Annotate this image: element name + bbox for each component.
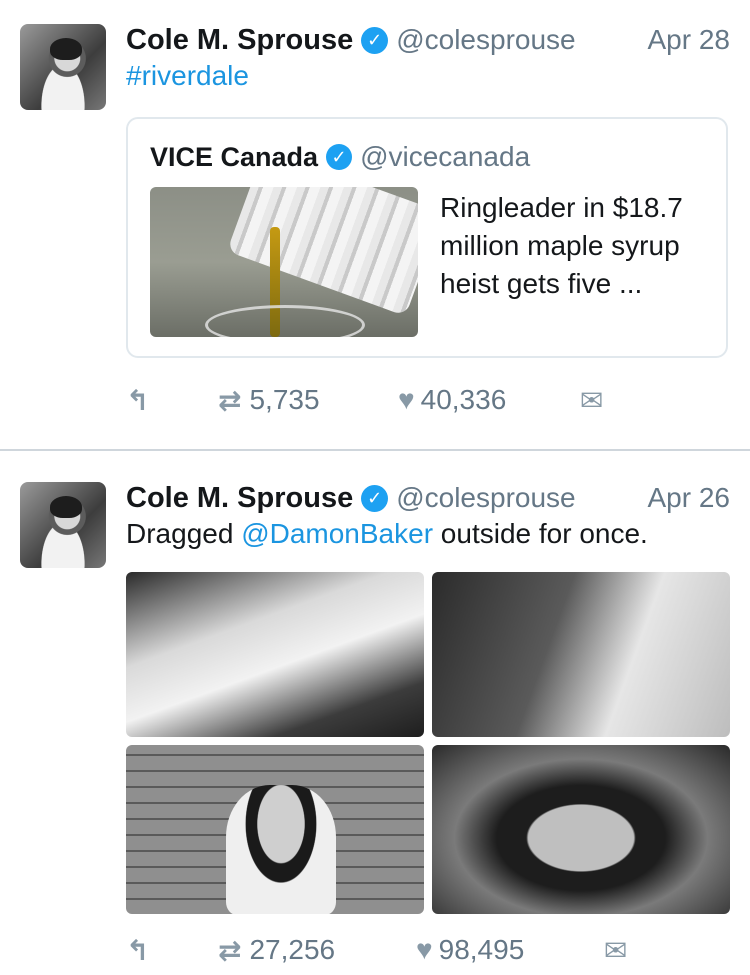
heart-icon: ♥ <box>416 934 433 965</box>
direct-message-button[interactable]: ✉ <box>580 384 603 417</box>
photo-4[interactable] <box>432 745 730 914</box>
tweet-date[interactable]: Apr 28 <box>648 24 731 56</box>
quoted-article-thumbnail <box>150 187 418 337</box>
author-avatar[interactable] <box>20 482 106 568</box>
retweet-button[interactable]: ⇄ 27,256 <box>218 934 416 967</box>
author-name[interactable]: Cole M. Sprouse <box>126 24 353 57</box>
photo-2[interactable] <box>432 572 730 737</box>
like-button[interactable]: ♥ 40,336 <box>398 384 580 416</box>
photo-grid <box>126 572 730 914</box>
tweet-actions: ↰ ⇄ 5,735 ♥ 40,336 ✉ <box>126 380 603 420</box>
tweet-text-before: Dragged <box>126 518 242 549</box>
verified-badge-icon: ✓ <box>361 484 389 512</box>
tweet-1[interactable]: Cole M. Sprouse ✓ @colesprouse Apr 28 #r… <box>0 0 750 450</box>
hashtag-link[interactable]: #riverdale <box>126 60 249 91</box>
envelope-icon: ✉ <box>604 934 628 966</box>
tweet-divider <box>0 449 750 451</box>
retweet-icon: ⇄ <box>218 384 242 416</box>
tweet-actions: ↰ ⇄ 27,256 ♥ 98,495 ✉ <box>126 930 627 970</box>
direct-message-button[interactable]: ✉ <box>604 934 627 967</box>
photo-1[interactable] <box>126 572 424 737</box>
quoted-tweet-header: VICE Canada ✓ @vicecanada <box>150 141 530 173</box>
quoted-author-handle: @vicecanada <box>360 141 531 172</box>
photo-3[interactable] <box>126 745 424 914</box>
author-name[interactable]: Cole M. Sprouse <box>126 482 353 515</box>
like-count: 98,495 <box>438 934 525 965</box>
author-avatar[interactable] <box>20 24 106 110</box>
tweet-text-after: outside for once. <box>433 518 648 549</box>
author-handle[interactable]: @colesprouse <box>396 482 575 514</box>
tweet-text: #riverdale <box>126 60 249 92</box>
retweet-count: 27,256 <box>249 934 336 965</box>
reply-button[interactable]: ↰ <box>126 934 218 967</box>
quoted-tweet[interactable]: VICE Canada ✓ @vicecanada Ringleader in … <box>126 117 728 358</box>
like-count: 40,336 <box>420 384 507 415</box>
retweet-count: 5,735 <box>249 384 320 415</box>
heart-icon: ♥ <box>398 384 415 415</box>
tweet-2[interactable]: Cole M. Sprouse ✓ @colesprouse Apr 26 Dr… <box>0 452 750 975</box>
verified-badge-icon: ✓ <box>361 26 389 54</box>
glass-rim-shape <box>205 305 365 337</box>
verified-badge-icon: ✓ <box>326 144 353 170</box>
retweet-icon: ⇄ <box>218 934 242 966</box>
reply-button[interactable]: ↰ <box>126 384 218 417</box>
tweet-header: Cole M. Sprouse ✓ @colesprouse <box>126 20 576 60</box>
tweet-date[interactable]: Apr 26 <box>648 482 731 514</box>
like-button[interactable]: ♥ 98,495 <box>416 934 604 966</box>
tweet-text: Dragged @DamonBaker outside for once. <box>126 518 648 550</box>
author-handle[interactable]: @colesprouse <box>396 24 575 56</box>
syrup-can-shape <box>226 187 418 317</box>
tweet-header: Cole M. Sprouse ✓ @colesprouse <box>126 478 576 518</box>
reply-icon: ↰ <box>126 934 150 966</box>
reply-icon: ↰ <box>126 384 150 416</box>
quoted-author-name: VICE Canada <box>150 141 319 172</box>
quoted-article-title: Ringleader in $18.7 million maple syrup … <box>440 192 683 299</box>
envelope-icon: ✉ <box>580 384 604 416</box>
mention-link[interactable]: @DamonBaker <box>241 518 433 549</box>
retweet-button[interactable]: ⇄ 5,735 <box>218 384 398 417</box>
